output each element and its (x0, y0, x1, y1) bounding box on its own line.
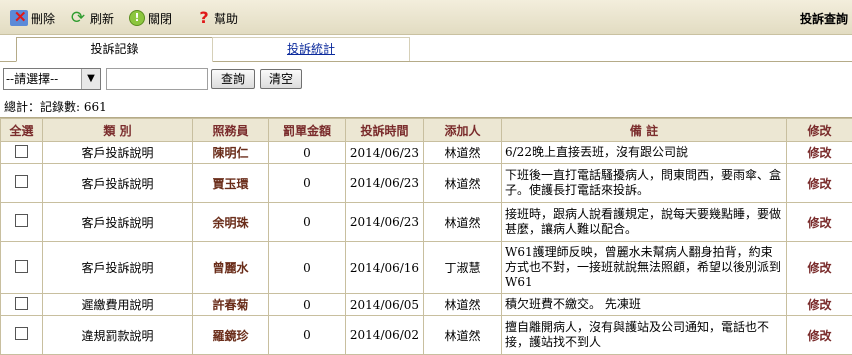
tab-bar: 投訴記錄 投訴統計 (0, 35, 852, 62)
memo-header: 備 註 (502, 119, 787, 142)
table-row: 客戶投訴說明 陳明仁 0 2014/06/23 林道然 6/22晚上直接丟班，沒… (1, 142, 852, 164)
amount-cell: 0 (269, 164, 346, 203)
delete-button[interactable]: 刪除 (10, 9, 55, 27)
table-row: 客戶投訴說明 賈玉環 0 2014/06/23 林道然 下班後一直打電話騷擾病人… (1, 164, 852, 203)
date-cell: 2014/06/02 (346, 316, 424, 355)
staff-cell: 陳明仁 (193, 142, 269, 164)
memo-cell: 下班後一直打電話騷擾病人，問東問西，要雨傘、盒子。使護長打電話來投訴。 (502, 164, 787, 203)
help-button[interactable]: ? 幫助 (197, 9, 238, 27)
search-bar: --請選擇-- ▼ 查詢 清空 (0, 62, 852, 96)
close-icon: ! (129, 10, 145, 26)
toolbar: 刪除 ⟳ 刷新 ! 關閉 ? 幫助 投訴查詢 (0, 0, 852, 35)
date-header: 投訴時間 (346, 119, 424, 142)
added-by-cell: 林道然 (424, 142, 502, 164)
search-button[interactable]: 查詢 (211, 69, 255, 89)
category-cell: 客戶投訴說明 (43, 164, 193, 203)
refresh-label: 刷新 (90, 10, 114, 27)
close-label: 關閉 (148, 10, 172, 27)
tab-complaint-statistics[interactable]: 投訴統計 (212, 37, 410, 61)
refresh-button[interactable]: ⟳ 刷新 (69, 9, 114, 27)
edit-header: 修改 (787, 119, 852, 142)
date-cell: 2014/06/05 (346, 294, 424, 316)
edit-link[interactable]: 修改 (787, 294, 852, 316)
row-checkbox[interactable] (15, 327, 28, 340)
date-cell: 2014/06/23 (346, 142, 424, 164)
staff-header: 照務員 (193, 119, 269, 142)
amount-cell: 0 (269, 316, 346, 355)
complaint-table: 全選 類 別 照務員 罰單金額 投訴時間 添加人 備 註 修改 客戶投訴說明 陳… (0, 118, 852, 355)
staff-cell: 余明珠 (193, 203, 269, 242)
added-by-cell: 林道然 (424, 316, 502, 355)
help-label: 幫助 (214, 10, 238, 27)
category-select[interactable]: --請選擇-- ▼ (3, 68, 101, 90)
date-cell: 2014/06/23 (346, 203, 424, 242)
delete-label: 刪除 (31, 10, 55, 27)
memo-cell: W61護理師反映，曾麗水未幫病人翻身拍背，約束方式也不對，一接班就說無法照顧，希… (502, 242, 787, 294)
added-by-header: 添加人 (424, 119, 502, 142)
tab-complaint-records[interactable]: 投訴記錄 (16, 37, 213, 62)
amount-cell: 0 (269, 142, 346, 164)
row-checkbox[interactable] (15, 145, 28, 158)
keyword-input[interactable] (106, 68, 208, 90)
edit-link[interactable]: 修改 (787, 316, 852, 355)
added-by-cell: 林道然 (424, 164, 502, 203)
row-checkbox[interactable] (15, 175, 28, 188)
category-select-value: --請選擇-- (6, 72, 58, 86)
table-row: 違規罰款說明 羅鏡珍 0 2014/06/02 林道然 擅自離開病人，沒有與護站… (1, 316, 852, 355)
amount-cell: 0 (269, 203, 346, 242)
category-cell: 客戶投訴說明 (43, 203, 193, 242)
added-by-cell: 林道然 (424, 203, 502, 242)
staff-cell: 許春菊 (193, 294, 269, 316)
category-header: 類 別 (43, 119, 193, 142)
memo-cell: 積欠班費不繳交。 先凍班 (502, 294, 787, 316)
amount-header: 罰單金額 (269, 119, 346, 142)
category-cell: 違規罰款說明 (43, 316, 193, 355)
table-row: 客戶投訴說明 余明珠 0 2014/06/23 林道然 接班時，跟病人說看護規定… (1, 203, 852, 242)
help-icon: ? (197, 10, 211, 26)
category-cell: 客戶投訴說明 (43, 142, 193, 164)
record-count: 總計：記錄數: 661 (4, 98, 107, 115)
date-cell: 2014/06/16 (346, 242, 424, 294)
edit-link[interactable]: 修改 (787, 242, 852, 294)
edit-link[interactable]: 修改 (787, 164, 852, 203)
clear-button[interactable]: 清空 (260, 69, 302, 89)
close-button[interactable]: ! 關閉 (129, 9, 172, 27)
amount-cell: 0 (269, 294, 346, 316)
table-header-row: 全選 類 別 照務員 罰單金額 投訴時間 添加人 備 註 修改 (1, 119, 852, 142)
row-checkbox[interactable] (15, 297, 28, 310)
category-cell: 客戶投訴說明 (43, 242, 193, 294)
page-title: 投訴查詢 (800, 10, 848, 27)
date-cell: 2014/06/23 (346, 164, 424, 203)
refresh-icon: ⟳ (69, 10, 87, 26)
amount-cell: 0 (269, 242, 346, 294)
memo-cell: 擅自離開病人，沒有與護站及公司通知，電話也不接，護站找不到人 (502, 316, 787, 355)
delete-icon (10, 10, 28, 26)
table-row: 客戶投訴說明 曾麗水 0 2014/06/16 丁淑慧 W61護理師反映，曾麗水… (1, 242, 852, 294)
edit-link[interactable]: 修改 (787, 203, 852, 242)
row-checkbox[interactable] (15, 214, 28, 227)
category-cell: 遲繳費用說明 (43, 294, 193, 316)
memo-cell: 6/22晚上直接丟班，沒有跟公司說 (502, 142, 787, 164)
added-by-cell: 林道然 (424, 294, 502, 316)
edit-link[interactable]: 修改 (787, 142, 852, 164)
staff-cell: 羅鏡珍 (193, 316, 269, 355)
row-checkbox[interactable] (15, 260, 28, 273)
added-by-cell: 丁淑慧 (424, 242, 502, 294)
select-all-header[interactable]: 全選 (1, 119, 43, 142)
staff-cell: 曾麗水 (193, 242, 269, 294)
chevron-down-icon[interactable]: ▼ (81, 69, 100, 89)
memo-cell: 接班時，跟病人說看護規定，說每天要幾點睡，要做甚麼，讓病人難以配合。 (502, 203, 787, 242)
staff-cell: 賈玉環 (193, 164, 269, 203)
table-row: 遲繳費用說明 許春菊 0 2014/06/05 林道然 積欠班費不繳交。 先凍班… (1, 294, 852, 316)
